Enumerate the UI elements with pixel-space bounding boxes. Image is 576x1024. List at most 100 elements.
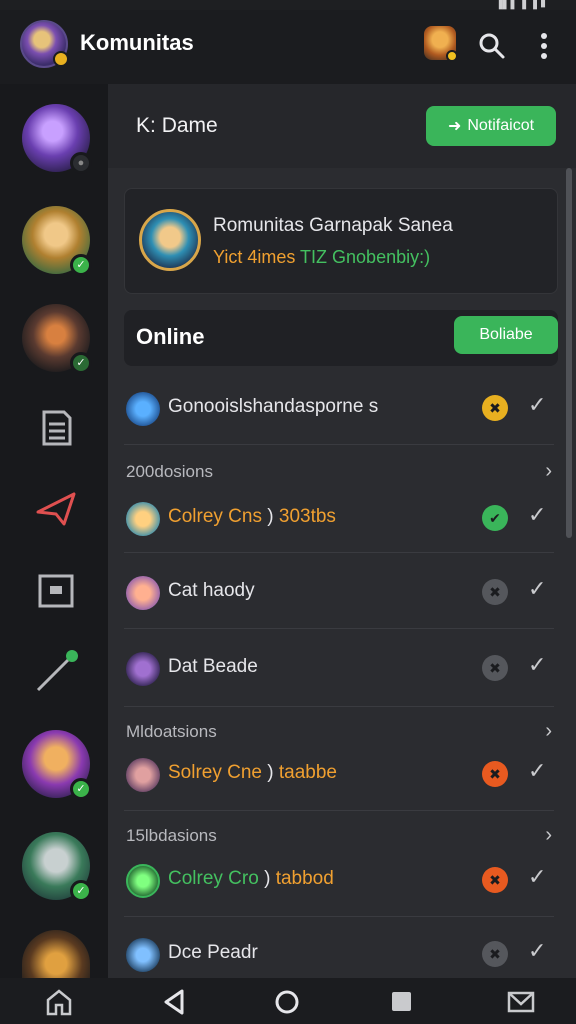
- status-icon: ✖: [482, 867, 508, 893]
- channel-panel: K: Dame ➜ Notifaicot Romunitas Garnapak …: [108, 84, 576, 978]
- status-icon: ✖: [482, 941, 508, 967]
- member-row[interactable]: Solrey Cne ) taabbe ✖ ✓: [124, 748, 554, 800]
- member-avatar: [126, 758, 160, 792]
- member-avatar: [126, 392, 160, 426]
- member-name: Cat haody: [168, 580, 255, 601]
- section-header[interactable]: 15lbdasions ›: [126, 824, 556, 856]
- card-title: Romunitas Garnapak Sanea: [213, 215, 453, 236]
- server-avatar-4[interactable]: ✓: [22, 730, 92, 800]
- avatar-badge-icon: [53, 51, 69, 67]
- home-icon[interactable]: [44, 988, 74, 1016]
- back-icon[interactable]: [160, 988, 190, 1016]
- member-row[interactable]: Gonooislshandasporne s ✖ ✓: [124, 382, 554, 434]
- divider: [124, 628, 554, 629]
- mail-icon[interactable]: [506, 988, 536, 1016]
- divider: [124, 444, 554, 445]
- status-icon: ✖: [482, 579, 508, 605]
- card-subtitle: Yict 4imes TIZ Gnobenbiy:): [213, 247, 430, 268]
- divider: [124, 552, 554, 553]
- divider: [124, 810, 554, 811]
- frame-icon[interactable]: [30, 564, 82, 616]
- server-online-icon: ✓: [70, 778, 92, 800]
- scrollbar[interactable]: [566, 168, 572, 538]
- check-icon[interactable]: ✓: [528, 652, 546, 678]
- card-subtitle-orange: Yict 4imes: [213, 247, 296, 267]
- member-avatar: [126, 652, 160, 686]
- status-icon: ✖: [482, 655, 508, 681]
- status-icon: ✔: [482, 505, 508, 531]
- member-row[interactable]: Colrey Cns ) 303tbs ✔ ✓: [124, 492, 554, 544]
- online-button-label: Boliabe: [479, 326, 533, 343]
- section-label: 200dosions: [126, 462, 213, 481]
- status-indicators: ▐▌▌▐ ▐ ▮: [494, 0, 546, 9]
- member-row[interactable]: Dce Peadr ✖ ✓: [124, 928, 554, 980]
- chevron-right-icon: ›: [545, 720, 552, 742]
- server-status-icon: ●: [70, 152, 92, 174]
- section-label: Mldoatsions: [126, 722, 217, 741]
- status-bar: ▐▌▌▐ ▐ ▮: [0, 0, 576, 10]
- top-app-bar: Komunitas: [0, 10, 576, 84]
- chevron-right-icon: ›: [545, 824, 552, 846]
- member-name: Colrey Cns ) 303tbs: [168, 506, 336, 527]
- server-avatar-3[interactable]: ✓: [22, 304, 92, 374]
- member-avatar: [126, 502, 160, 536]
- server-online-icon: ✓: [70, 880, 92, 902]
- server-online-icon: ✓: [70, 254, 92, 276]
- community-avatar: [139, 209, 201, 271]
- member-row[interactable]: Cat haody ✖ ✓: [124, 566, 554, 618]
- section-header[interactable]: 200dosions ›: [126, 460, 556, 492]
- check-icon[interactable]: ✓: [528, 938, 546, 964]
- tool-icon[interactable]: [30, 644, 82, 696]
- member-row[interactable]: Dat Beade ✖ ✓: [124, 642, 554, 694]
- divider: [124, 706, 554, 707]
- recents-icon[interactable]: [386, 988, 416, 1016]
- online-action-button[interactable]: Boliabe: [454, 316, 558, 354]
- server-avatar-2[interactable]: ✓: [22, 206, 92, 276]
- community-prefix: K:: [136, 114, 156, 137]
- search-icon[interactable]: [478, 32, 506, 60]
- check-icon[interactable]: ✓: [528, 758, 546, 784]
- app-title: Komunitas: [80, 30, 194, 55]
- divider: [124, 916, 554, 917]
- notification-button[interactable]: ➜ Notifaicot: [426, 106, 556, 146]
- server-sidebar: ● ✓ ✓ ✓ ✓: [0, 84, 108, 978]
- member-avatar: [126, 938, 160, 972]
- member-avatar: [126, 864, 160, 898]
- member-name: Dce Peadr: [168, 942, 258, 963]
- member-row[interactable]: Colrey Cro ) tabbod ✖ ✓: [124, 854, 554, 906]
- community-title: Dame: [161, 114, 218, 137]
- arrow-icon: ➜: [447, 118, 462, 135]
- check-icon[interactable]: ✓: [528, 864, 546, 890]
- status-icon: ✖: [482, 761, 508, 787]
- game-badge-icon: [446, 50, 458, 62]
- home-circle-icon[interactable]: [272, 988, 302, 1016]
- member-name: Colrey Cro ) tabbod: [168, 868, 334, 889]
- online-section-header: Online Boliabe: [124, 310, 558, 366]
- app-avatar[interactable]: [20, 20, 69, 68]
- community-card[interactable]: Romunitas Garnapak Sanea Yict 4imes TIZ …: [124, 188, 558, 294]
- member-name: Gonooislshandasporne s: [168, 396, 379, 417]
- send-icon[interactable]: [30, 482, 82, 534]
- notification-label: Notifaicot: [467, 117, 535, 134]
- server-avatar-6[interactable]: [22, 930, 90, 978]
- check-icon[interactable]: ✓: [528, 392, 546, 418]
- document-icon[interactable]: [30, 402, 82, 454]
- status-icon: ✖: [482, 395, 508, 421]
- check-icon[interactable]: ✓: [528, 502, 546, 528]
- chevron-right-icon: ›: [545, 460, 552, 482]
- section-label: 15lbdasions: [126, 826, 217, 845]
- member-name: Dat Beade: [168, 656, 258, 677]
- check-icon[interactable]: ✓: [528, 576, 546, 602]
- community-header: K: Dame ➜ Notifaicot: [108, 84, 576, 168]
- member-avatar: [126, 576, 160, 610]
- game-icon[interactable]: [424, 26, 458, 62]
- card-subtitle-green: TIZ Gnobenbiy:): [300, 247, 431, 267]
- community-name: K: Dame: [136, 114, 218, 138]
- server-avatar-1[interactable]: ●: [22, 104, 92, 174]
- online-label: Online: [136, 324, 205, 349]
- server-avatar-5[interactable]: ✓: [22, 832, 92, 902]
- more-vert-icon[interactable]: [530, 30, 558, 62]
- system-nav-bar: [0, 978, 576, 1024]
- member-name: Solrey Cne ) taabbe: [168, 762, 338, 783]
- server-online-icon: ✓: [70, 352, 92, 374]
